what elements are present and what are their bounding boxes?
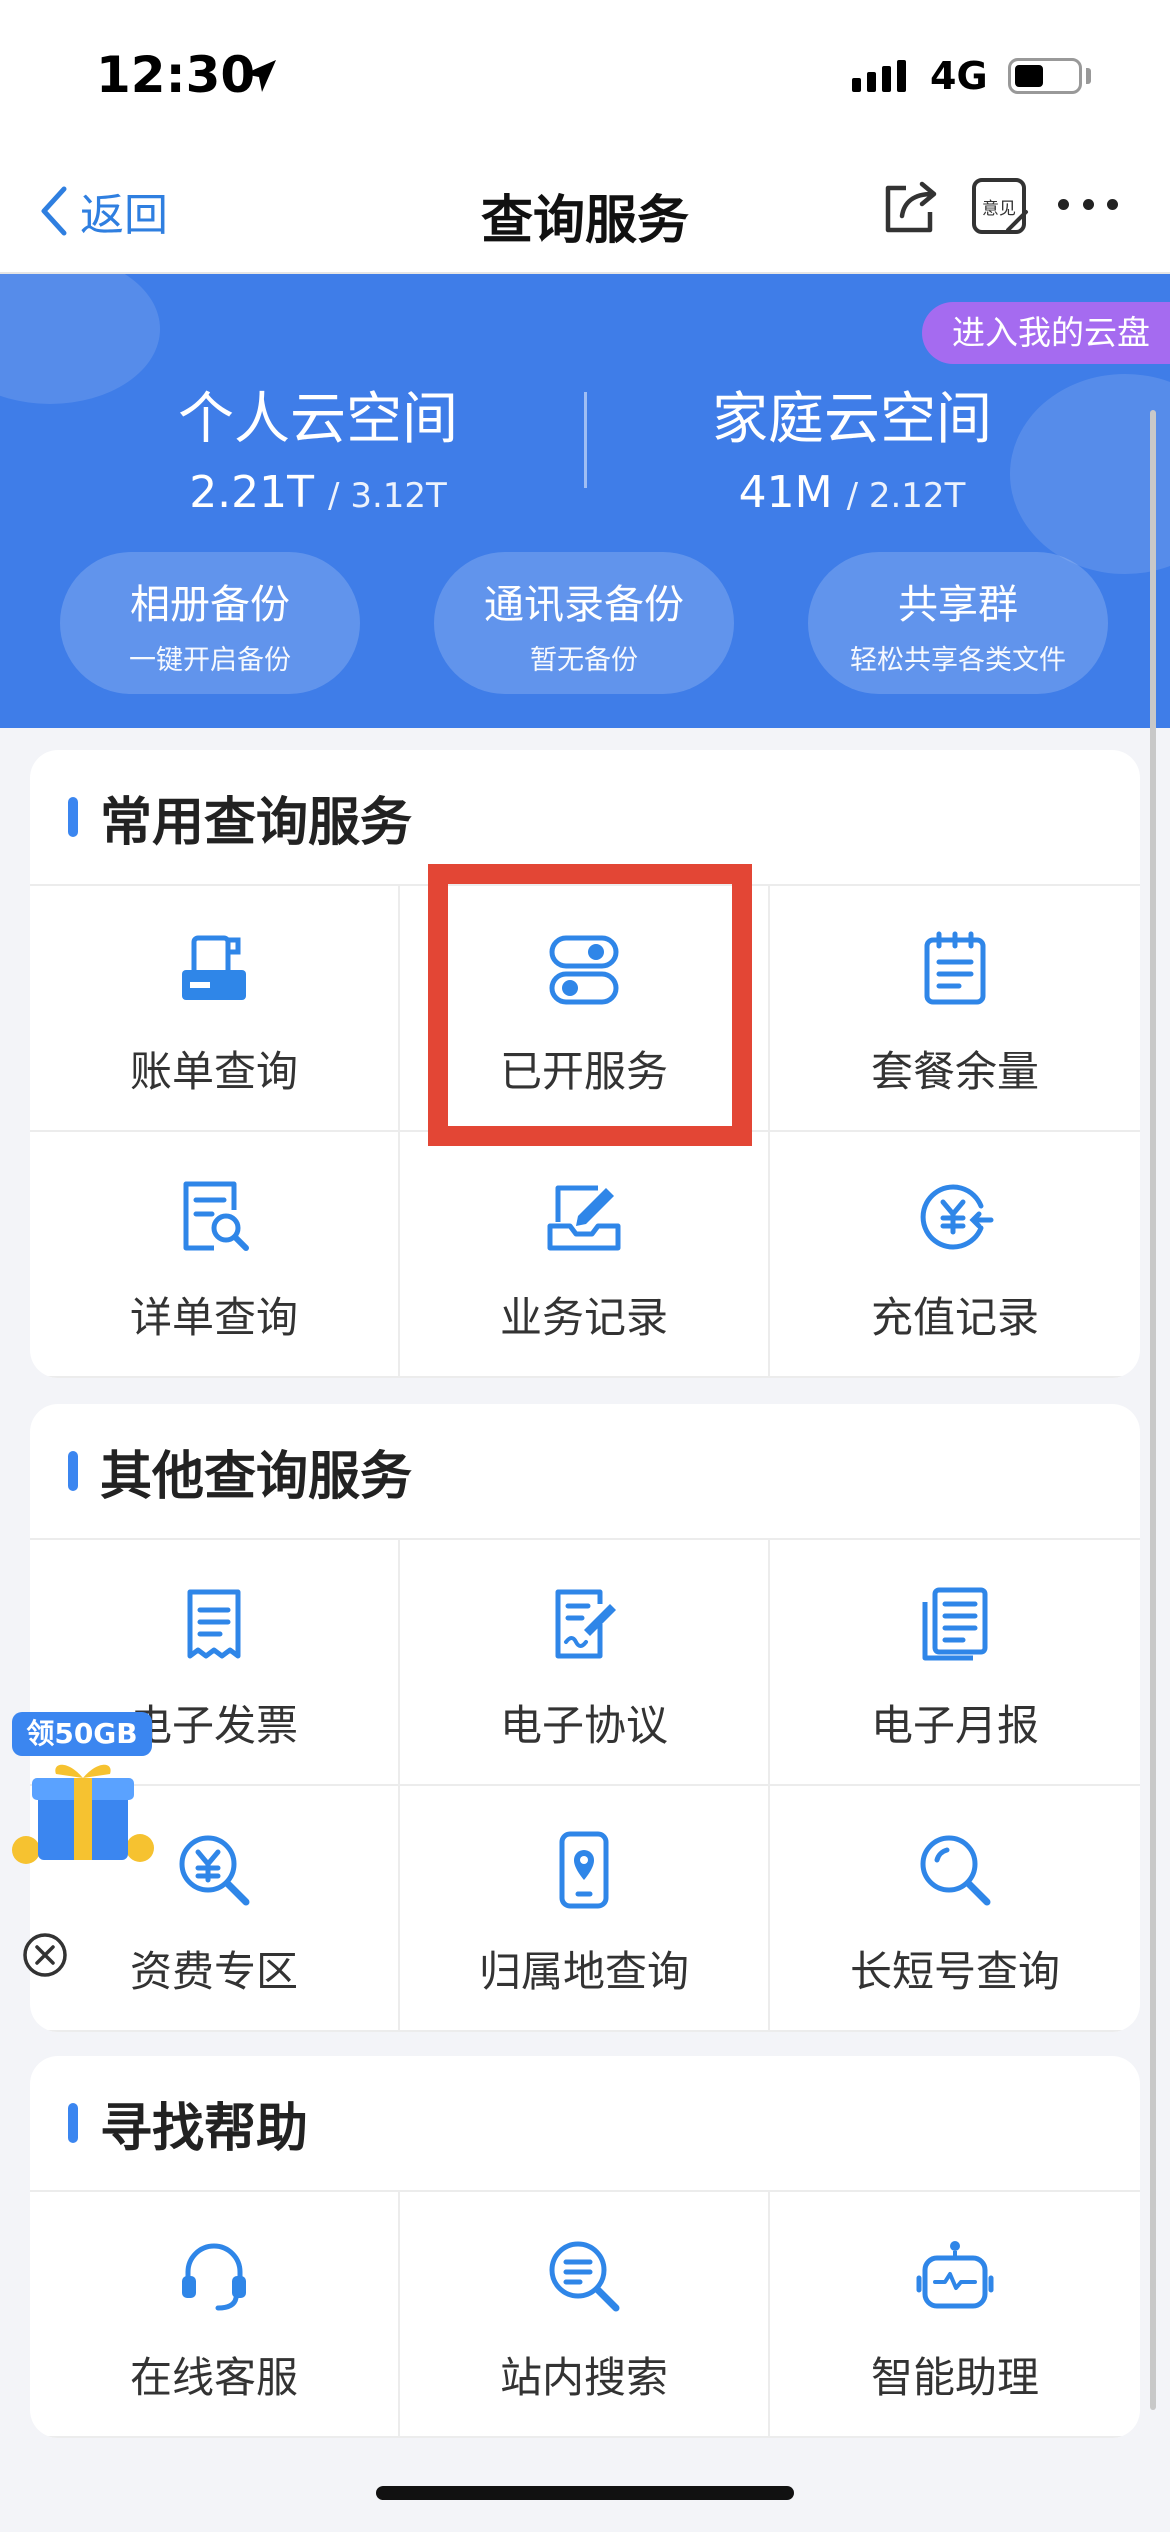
item-label: 业务记录 bbox=[499, 1293, 668, 1342]
item-label: 详单查询 bbox=[129, 1293, 298, 1342]
share-group-button[interactable]: 共享群 轻松共享各类文件 bbox=[808, 552, 1108, 694]
edit-tray-icon bbox=[547, 1185, 621, 1251]
personal-space-title: 个人云空间 bbox=[178, 387, 458, 452]
family-space-usage: 41M / 2.12T bbox=[738, 467, 966, 518]
recharge-record-item[interactable]: 充值记录 bbox=[770, 1132, 1140, 1378]
personal-cloud-space[interactable]: 个人云空间 2.21T / 3.12T bbox=[108, 374, 528, 518]
yen-refresh-icon bbox=[920, 1184, 994, 1250]
robot-icon bbox=[916, 2241, 994, 2309]
network-type: 4G bbox=[930, 54, 988, 98]
share-icon[interactable] bbox=[878, 174, 944, 240]
family-space-title: 家庭云空间 bbox=[712, 387, 992, 452]
item-label: 套餐余量 bbox=[870, 1047, 1039, 1096]
other-services-title: 其他查询服务 bbox=[100, 1446, 413, 1507]
dot bbox=[1107, 198, 1118, 210]
signal-bars-icon bbox=[852, 60, 906, 92]
accent-bar bbox=[68, 2103, 78, 2143]
search-list-icon bbox=[549, 2241, 620, 2312]
plan-balance-item[interactable]: 套餐余量 bbox=[770, 886, 1140, 1132]
pill-sub: 一键开启备份 bbox=[129, 645, 291, 676]
e-monthly-report-item[interactable]: 电子月报 bbox=[770, 1540, 1140, 1786]
phone-location-icon bbox=[559, 1831, 609, 1909]
cloud-space-banner: 进入我的云盘 个人云空间 2.21T / 3.12T 家庭云空间 41M / 2… bbox=[0, 274, 1170, 728]
more-menu-button[interactable] bbox=[1058, 184, 1118, 224]
home-indicator[interactable] bbox=[376, 2486, 794, 2500]
accent-bar bbox=[68, 1451, 78, 1491]
pill-sub: 暂无备份 bbox=[530, 645, 638, 676]
detail-query-item[interactable]: 详单查询 bbox=[30, 1132, 400, 1378]
smart-assistant-item[interactable]: 智能助理 bbox=[770, 2192, 1140, 2438]
dot bbox=[1082, 198, 1094, 210]
help-card: 寻找帮助 在线客服 站内搜索 智能助理 bbox=[30, 2056, 1140, 2438]
e-contract-item[interactable]: 电子协议 bbox=[400, 1540, 770, 1786]
dot bbox=[1058, 198, 1069, 210]
item-label: 在线客服 bbox=[129, 2353, 298, 2402]
status-bar: 12:30 4G bbox=[0, 0, 1170, 150]
magnifier-icon bbox=[920, 1835, 991, 1906]
divider bbox=[584, 392, 587, 488]
family-used: 41M bbox=[738, 467, 833, 518]
status-time: 12:30 bbox=[96, 46, 256, 104]
printer-bill-icon bbox=[182, 935, 246, 1000]
long-short-number-item[interactable]: 长短号查询 bbox=[770, 1786, 1140, 2032]
family-cloud-space[interactable]: 家庭云空间 41M / 2.12T bbox=[642, 374, 1062, 518]
feedback-label: 意见 bbox=[982, 199, 1016, 219]
card-header: 寻找帮助 bbox=[30, 2056, 1140, 2192]
gift-box-icon bbox=[12, 1764, 154, 1864]
item-label: 站内搜索 bbox=[499, 2353, 668, 2402]
feedback-button[interactable]: 意见 bbox=[968, 174, 1034, 240]
report-stack-icon bbox=[922, 1587, 988, 1661]
item-label: 充值记录 bbox=[870, 1293, 1039, 1342]
contract-sign-icon bbox=[555, 1589, 616, 1659]
scrollbar[interactable] bbox=[1150, 410, 1156, 2410]
common-services-title: 常用查询服务 bbox=[100, 792, 413, 853]
other-services-card: 其他查询服务 电子发票 电子协议 电子月报 资费专区 归属地查询 长短号查询 bbox=[30, 1404, 1140, 2032]
pill-title: 共享群 bbox=[898, 582, 1018, 628]
pill-sub: 轻松共享各类文件 bbox=[850, 645, 1066, 676]
item-label: 长短号查询 bbox=[849, 1947, 1060, 1996]
yen-search-icon bbox=[179, 1835, 250, 1906]
headset-icon bbox=[182, 2243, 246, 2311]
help-title: 寻找帮助 bbox=[100, 2098, 309, 2159]
location-arrow-icon bbox=[244, 60, 276, 92]
personal-used: 2.21T bbox=[189, 467, 315, 518]
battery-tip bbox=[1086, 68, 1091, 84]
notepad-icon bbox=[924, 931, 986, 1005]
album-backup-button[interactable]: 相册备份 一键开启备份 bbox=[60, 552, 360, 694]
accent-bar bbox=[68, 797, 78, 837]
nav-bar: 返回 查询服务 意见 bbox=[0, 150, 1170, 274]
bill-query-item[interactable]: 账单查询 bbox=[30, 886, 400, 1132]
site-search-item[interactable]: 站内搜索 bbox=[400, 2192, 770, 2438]
enter-cloud-drive-link[interactable]: 进入我的云盘 bbox=[922, 302, 1170, 364]
feedback-icon: 意见 bbox=[972, 178, 1028, 234]
business-record-item[interactable]: 业务记录 bbox=[400, 1132, 770, 1378]
battery-icon bbox=[1008, 58, 1082, 94]
item-label: 账单查询 bbox=[129, 1047, 298, 1096]
item-label: 归属地查询 bbox=[478, 1947, 689, 1996]
item-label: 电子月报 bbox=[870, 1701, 1039, 1750]
receipt-icon bbox=[187, 1589, 241, 1659]
close-icon[interactable] bbox=[20, 1930, 70, 1980]
highlight-box bbox=[428, 864, 752, 1146]
contacts-backup-button[interactable]: 通讯录备份 暂无备份 bbox=[434, 552, 734, 694]
pill-title: 相册备份 bbox=[130, 582, 290, 628]
personal-total: 3.12T bbox=[350, 476, 447, 516]
card-header: 其他查询服务 bbox=[30, 1404, 1140, 1540]
item-label: 电子协议 bbox=[499, 1701, 668, 1750]
personal-space-usage: 2.21T / 3.12T bbox=[189, 467, 447, 518]
item-label: 智能助理 bbox=[870, 2353, 1039, 2402]
item-label: 资费专区 bbox=[129, 1947, 298, 1996]
attribution-query-item[interactable]: 归属地查询 bbox=[400, 1786, 770, 2032]
pill-title: 通讯录备份 bbox=[484, 582, 684, 628]
family-total: 2.12T bbox=[868, 476, 966, 516]
gift-50gb-widget[interactable]: 领50GB bbox=[8, 1712, 158, 1872]
document-search-icon bbox=[183, 1181, 249, 1251]
online-support-item[interactable]: 在线客服 bbox=[30, 2192, 400, 2438]
